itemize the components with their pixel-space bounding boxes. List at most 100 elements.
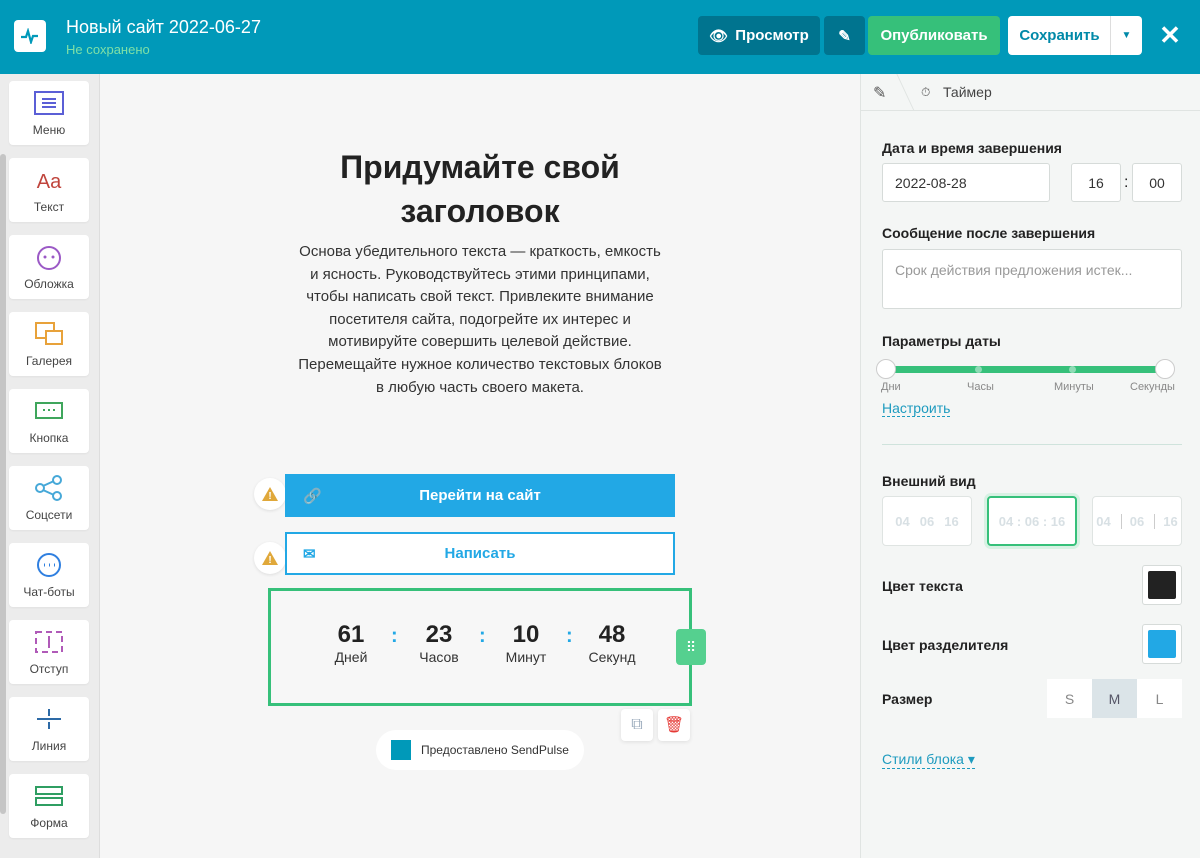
spacing-icon (33, 629, 65, 662)
svg-text:!: ! (268, 491, 271, 502)
warning-icon[interactable]: ! (254, 478, 286, 510)
sidebar-item-4[interactable]: Галерея (9, 312, 89, 376)
appearance-label: Внешний вид (882, 473, 976, 489)
copy-icon[interactable]: ⧉ (621, 709, 653, 741)
timer-seconds: 48 Секунд (588, 621, 636, 665)
mail-icon: ✉ (303, 545, 316, 563)
slider-handle-end[interactable] (1155, 359, 1175, 379)
brush-icon: ✎ (838, 27, 851, 45)
trash-icon[interactable]: 🗑 (658, 709, 690, 741)
close-icon[interactable]: ✕ (1152, 16, 1188, 55)
eye-icon: 👁 (709, 27, 729, 45)
go-to-site-button[interactable]: 🔗 Перейти на сайт (285, 474, 675, 517)
brush-icon[interactable]: ✎ (873, 83, 886, 103)
view-option-colon[interactable]: 04 : 06 : 16 (987, 496, 1077, 546)
size-label: Размер (882, 691, 933, 707)
sidebar-item-9[interactable]: Линия (9, 697, 89, 761)
preview-label: Просмотр (735, 27, 809, 44)
sidebar-item-8[interactable]: Отступ (9, 620, 89, 684)
sidebar-item-label: Меню (32, 122, 66, 137)
sidebar-item-6[interactable]: Соцсети (9, 466, 89, 530)
gallery-icon (33, 321, 65, 354)
slider-handle-start[interactable] (876, 359, 896, 379)
slider-label: Дни (881, 381, 901, 393)
line-icon (33, 706, 65, 739)
button-icon (33, 398, 65, 431)
breadcrumb-current: Таймер (943, 84, 992, 100)
date-range-slider[interactable] (886, 366, 1166, 373)
slider-tick (975, 366, 982, 373)
sidebar-item-label: Отступ (29, 661, 69, 676)
sidebar-item-label: Соцсети (25, 507, 73, 522)
message-textarea[interactable]: Срок действия предложения истек... (882, 249, 1182, 309)
top-bar: Новый сайт 2022-06-27 Не сохранено 👁 Прос… (0, 0, 1200, 74)
slider-label: Минуты (1054, 381, 1094, 393)
sidebar-scrollbar[interactable] (0, 154, 6, 814)
breadcrumb: ✎ ⏱ Таймер (861, 74, 1200, 111)
sidebar-item-label: Форма (30, 815, 68, 830)
powered-by-badge[interactable]: Предоставлено SendPulse (376, 730, 584, 770)
sidebar-item-10[interactable]: Форма (9, 774, 89, 838)
separator-color-label: Цвет разделителя (882, 637, 1009, 653)
warning-icon[interactable]: ! (254, 542, 286, 574)
size-m-button[interactable]: M (1092, 679, 1137, 718)
text-color-label: Цвет текста (882, 578, 963, 594)
svg-text:Aa: Aa (37, 171, 62, 193)
sidebar-item-label: Кнопка (29, 430, 69, 445)
page-paragraph[interactable]: Основа убедительного текста — краткость,… (296, 241, 664, 399)
hour-input[interactable]: 16 (1071, 163, 1121, 202)
minute-input[interactable]: 00 (1132, 163, 1182, 202)
timer-separator: : (479, 625, 486, 647)
menu-icon (33, 90, 65, 123)
sendpulse-logo-icon (391, 740, 411, 760)
timer-minutes: 10 Минут (505, 621, 547, 665)
site-title[interactable]: Новый сайт 2022-06-27 (66, 17, 261, 38)
publish-button[interactable]: Опубликовать (868, 16, 1000, 55)
chat-icon (33, 552, 65, 585)
text-icon: Aa (33, 167, 65, 200)
save-status: Не сохранено (66, 42, 150, 57)
sidebar-item-3[interactable]: Обложка (9, 235, 89, 299)
preview-button[interactable]: 👁 Просмотр (698, 16, 820, 55)
sidebar-item-label: Текст (33, 199, 65, 214)
sendpulse-logo-icon[interactable] (14, 20, 46, 52)
slider-tick (1069, 366, 1076, 373)
end-date-input[interactable]: 2022-08-28 (882, 163, 1050, 202)
page-heading[interactable]: Придумайте свой заголовок (280, 145, 680, 233)
sidebar-item-label: Галерея (25, 353, 73, 368)
time-separator: : (1124, 174, 1129, 191)
block-styles-link[interactable]: Стили блока ▾ (882, 751, 975, 769)
separator-color-swatch[interactable] (1142, 624, 1182, 664)
sidebar-item-1[interactable]: Меню (9, 81, 89, 145)
chevron-down-icon: ▼ (1121, 30, 1132, 41)
svg-text:!: ! (268, 555, 271, 566)
slider-label: Секунды (1130, 381, 1175, 393)
date-params-label: Параметры даты (882, 333, 1001, 349)
timer-separator: : (566, 625, 573, 647)
sidebar-item-5[interactable]: Кнопка (9, 389, 89, 453)
powered-label: Предоставлено SendPulse (421, 743, 569, 757)
settings-panel: ✎ ⏱ Таймер Дата и время завершения 2022-… (860, 74, 1200, 858)
sidebar-item-label: Чат-боты (23, 584, 75, 599)
save-options-dropdown[interactable]: ▼ (1110, 16, 1142, 55)
button1-label: Перейти на сайт (419, 487, 541, 504)
share-icon (33, 474, 65, 508)
cover-icon (33, 244, 65, 277)
countdown-timer-block[interactable]: 61 Дней : 23 Часов : 10 Минут : 48 Секунд (268, 588, 692, 706)
write-button[interactable]: ✉ Написать (285, 532, 675, 575)
end-date-label: Дата и время завершения (882, 140, 1062, 156)
size-s-button[interactable]: S (1047, 679, 1092, 718)
sidebar-item-label: Обложка (24, 276, 74, 291)
save-button[interactable]: Сохранить (1008, 16, 1111, 55)
configure-link[interactable]: Настроить (882, 400, 951, 417)
sidebar-item-7[interactable]: Чат-боты (9, 543, 89, 607)
sidebar-item-2[interactable]: Aa Текст (9, 158, 89, 222)
size-l-button[interactable]: L (1137, 679, 1182, 718)
drag-handle-icon[interactable]: ⠿ (676, 629, 706, 665)
design-button[interactable]: ✎ (824, 16, 865, 55)
view-option-divider[interactable]: 04 06 16 (1092, 496, 1182, 546)
slider-label: Часы (967, 381, 994, 393)
view-option-plain[interactable]: 04 06 16 (882, 496, 972, 546)
text-color-swatch[interactable] (1142, 565, 1182, 605)
message-label: Сообщение после завершения (882, 225, 1096, 241)
